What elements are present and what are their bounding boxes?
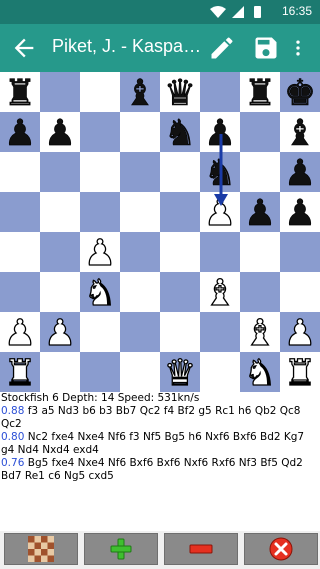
board-square[interactable] xyxy=(80,152,120,192)
board-square[interactable] xyxy=(120,232,160,272)
board-square[interactable] xyxy=(160,152,200,192)
board-square[interactable] xyxy=(160,232,200,272)
white-pawn-piece[interactable]: ♟ xyxy=(83,232,117,274)
white-bishop-piece[interactable]: ♝ xyxy=(203,272,237,314)
board-square[interactable] xyxy=(160,272,200,312)
black-pawn-piece[interactable]: ♟ xyxy=(284,193,317,235)
white-rook-piece[interactable]: ♜ xyxy=(283,352,317,392)
board-square[interactable] xyxy=(0,152,40,192)
black-bishop-piece[interactable]: ♝ xyxy=(284,113,317,155)
board-square[interactable] xyxy=(120,152,160,192)
black-pawn-piece[interactable]: ♟ xyxy=(244,193,277,235)
board-square[interactable] xyxy=(200,232,240,272)
board-square[interactable] xyxy=(120,272,160,312)
board-square[interactable] xyxy=(160,312,200,352)
mini-board-icon xyxy=(28,536,54,562)
black-queen-piece[interactable]: ♛ xyxy=(164,73,197,115)
board-square[interactable] xyxy=(40,72,80,112)
pv-score: 0.88 xyxy=(1,405,25,417)
pv-moves: Nc2 fxe4 Nxe4 Nf6 f3 Nf5 Bg5 h6 Nxf6 Bxf… xyxy=(1,431,305,456)
board-square[interactable] xyxy=(0,192,40,232)
white-pawn-piece[interactable]: ♟ xyxy=(3,312,37,354)
chess-board[interactable]: ♜♝♛♜♚♟♟♞♟♝♟♞♟♟♟♟♟♞♝♟♟♝♟♟♜♛♞♜♚ xyxy=(0,72,320,392)
black-rook-piece[interactable]: ♜ xyxy=(4,73,37,115)
board-square[interactable] xyxy=(120,112,160,152)
white-rook-piece[interactable]: ♜ xyxy=(3,352,37,392)
board-square[interactable] xyxy=(240,232,280,272)
pv-line-3: 0.76 Bg5 fxe4 Nxe4 Nf6 Bxf6 Bxf6 Nxf6 Rx… xyxy=(0,457,320,483)
save-icon[interactable] xyxy=(252,34,280,62)
black-pawn-piece[interactable]: ♟ xyxy=(284,153,317,195)
board-square[interactable] xyxy=(80,352,120,392)
more-vert-icon[interactable] xyxy=(288,34,308,62)
white-knight-piece[interactable]: ♞ xyxy=(243,352,277,392)
white-pawn-piece[interactable]: ♟ xyxy=(43,312,77,354)
cancel-button[interactable] xyxy=(244,533,318,565)
status-icons xyxy=(210,6,261,18)
board-square[interactable] xyxy=(40,352,80,392)
pv-moves: f3 a5 Nd3 b6 b3 Bb7 Qc2 f4 Bf2 g5 Rc1 h6… xyxy=(1,405,301,430)
plus-icon xyxy=(110,538,132,560)
black-pawn-piece[interactable]: ♟ xyxy=(44,113,77,155)
board-square[interactable] xyxy=(40,272,80,312)
black-pawn-piece[interactable]: ♟ xyxy=(4,113,37,155)
board-square[interactable] xyxy=(0,232,40,272)
remove-button[interactable] xyxy=(164,533,238,565)
board-mode-button[interactable] xyxy=(4,533,78,565)
pv-score: 0.80 xyxy=(1,431,25,443)
engine-header: Stockfish 6 Depth: 14 Speed: 531kn/s xyxy=(1,392,200,404)
signal-icon xyxy=(232,6,244,18)
board-square[interactable] xyxy=(0,272,40,312)
board-square[interactable] xyxy=(120,352,160,392)
board-square[interactable] xyxy=(200,312,240,352)
white-bishop-piece[interactable]: ♝ xyxy=(243,312,277,354)
board-square[interactable] xyxy=(280,272,320,312)
white-pawn-piece[interactable]: ♟ xyxy=(283,312,317,354)
board-square[interactable] xyxy=(240,112,280,152)
clock: 16:35 xyxy=(281,4,312,18)
status-bar: 16:35 xyxy=(0,0,320,24)
board-square[interactable] xyxy=(80,312,120,352)
board-square[interactable] xyxy=(200,72,240,112)
battery-icon xyxy=(254,6,261,18)
page-title: Piket, J. - Kasparov xyxy=(52,36,202,56)
engine-analysis: Stockfish 6 Depth: 14 Speed: 531kn/s 0.8… xyxy=(0,392,320,483)
board-square[interactable] xyxy=(200,352,240,392)
board-square[interactable] xyxy=(80,192,120,232)
board-square[interactable] xyxy=(240,272,280,312)
pv-score: 0.76 xyxy=(1,457,25,469)
black-rook-piece[interactable]: ♜ xyxy=(244,73,277,115)
back-arrow-icon[interactable] xyxy=(10,34,38,62)
board-square[interactable] xyxy=(40,152,80,192)
board-square[interactable] xyxy=(160,192,200,232)
cancel-icon xyxy=(269,537,293,561)
board-square[interactable] xyxy=(80,72,120,112)
add-button[interactable] xyxy=(84,533,158,565)
white-queen-piece[interactable]: ♛ xyxy=(163,352,197,392)
wifi-icon xyxy=(210,6,226,18)
pv-line-1: 0.88 f3 a5 Nd3 b6 b3 Bb7 Qc2 f4 Bf2 g5 R… xyxy=(0,405,320,431)
board-square[interactable] xyxy=(280,232,320,272)
board-square[interactable] xyxy=(40,232,80,272)
bottom-toolbar xyxy=(0,531,320,569)
black-knight-piece[interactable]: ♞ xyxy=(164,113,197,155)
board-square[interactable] xyxy=(80,112,120,152)
pv-line-2: 0.80 Nc2 fxe4 Nxe4 Nf6 f3 Nf5 Bg5 h6 Nxf… xyxy=(0,431,320,457)
board-square[interactable] xyxy=(120,192,160,232)
pencil-icon[interactable] xyxy=(208,34,236,62)
board-square[interactable] xyxy=(240,152,280,192)
white-knight-piece[interactable]: ♞ xyxy=(83,272,117,314)
minus-icon xyxy=(189,544,213,554)
board-square[interactable] xyxy=(40,192,80,232)
app-bar: Piket, J. - Kasparov xyxy=(0,24,320,72)
board-square[interactable] xyxy=(120,312,160,352)
black-king-piece[interactable]: ♚ xyxy=(284,73,317,115)
pv-moves: Bg5 fxe4 Nxe4 Nf6 Bxf6 Bxf6 Nxf6 Rxf6 Nf… xyxy=(1,457,303,482)
black-bishop-piece[interactable]: ♝ xyxy=(124,73,157,115)
